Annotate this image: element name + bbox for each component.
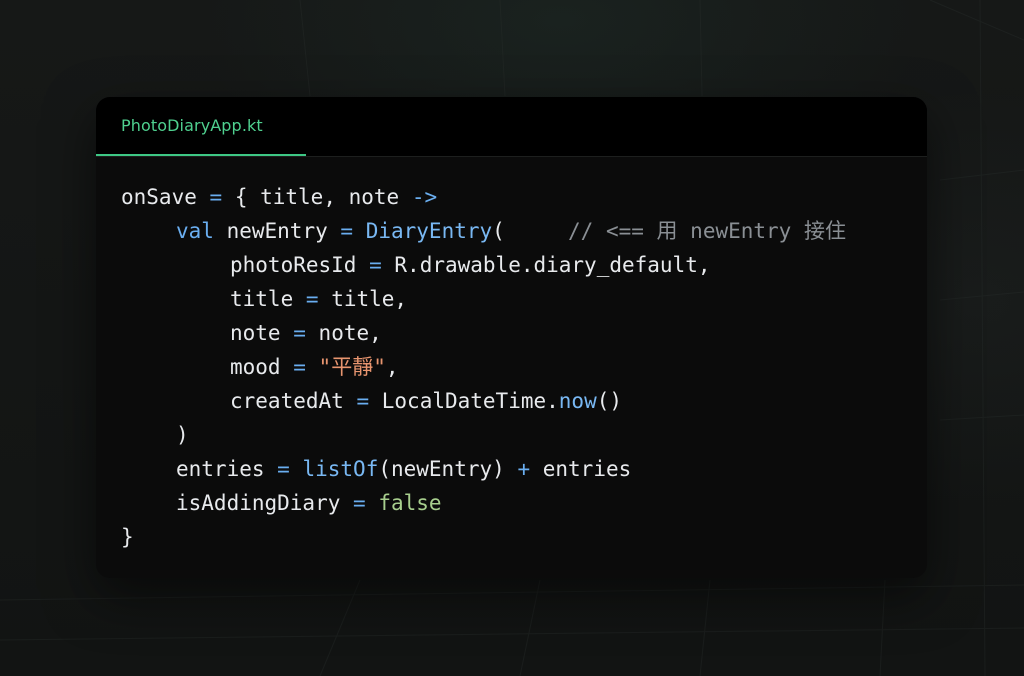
code-token: ( [492,219,505,243]
code-token: val [176,219,214,243]
code-block[interactable]: onSave = { title, note -> val newEntry =… [121,180,911,554]
code-token: = [293,355,306,379]
code-line-1: onSave = { title, note -> [121,180,911,214]
code-token: = [356,389,370,413]
tab-label: PhotoDiaryApp.kt [121,116,263,135]
code-token: , [385,355,399,379]
code-token: isAddingDiary [176,491,341,515]
code-token: false [378,491,442,515]
code-token: listOf [302,457,379,481]
tab-bar: PhotoDiaryApp.kt [96,97,927,157]
code-token: title [230,287,294,311]
code-line-6: mood = "平靜", [121,350,911,384]
code-token: ) [176,423,189,447]
code-line-4: title = title, [121,282,911,316]
code-token: () [596,389,623,413]
code-line-2: val newEntry = DiaryEntry( // <== 用 newE… [121,214,911,248]
code-token: now [558,389,597,413]
code-token: (newEntry) [378,457,505,481]
code-token: note [230,321,281,345]
code-token: R.drawable.diary_default, [394,253,711,277]
code-token: entries [542,457,632,481]
code-token: LocalDateTime. [381,389,559,413]
code-token: = [293,321,306,345]
code-token: DiaryEntry [365,219,493,243]
code-string: "平靜" [318,355,386,379]
code-token: entries [176,457,265,481]
code-token: -> [411,185,438,209]
code-token: = [353,491,366,515]
code-window: PhotoDiaryApp.kt onSave = { title, note … [96,97,927,578]
code-line-7: createdAt = LocalDateTime.now() [121,384,911,418]
code-token: note, [318,321,382,345]
code-line-9: entries = listOf(newEntry) + entries [121,452,911,486]
code-line-8: ) [121,418,911,452]
tab-photodiaryapp-kt[interactable]: PhotoDiaryApp.kt [96,97,306,156]
code-token: = [340,219,354,243]
code-token: } [121,525,134,549]
code-token: = [305,287,319,311]
code-line-5: note = note, [121,316,911,350]
code-line-3: photoResId = R.drawable.diary_default, [121,248,911,282]
code-token: = [209,185,223,209]
code-token: + [517,457,531,481]
code-token: title, [331,287,408,311]
code-token: { title, note [234,185,400,209]
code-token: photoResId [230,253,357,277]
code-line-11: } [121,520,911,554]
code-comment: // <== 用 newEntry 接住 [568,219,846,243]
code-token: newEntry [226,219,328,243]
code-line-10: isAddingDiary = false [121,486,911,520]
code-token: = [369,253,382,277]
code-token: onSave [121,185,197,209]
code-token: createdAt [230,389,344,413]
code-token: mood [230,355,281,379]
code-token: = [277,457,290,481]
